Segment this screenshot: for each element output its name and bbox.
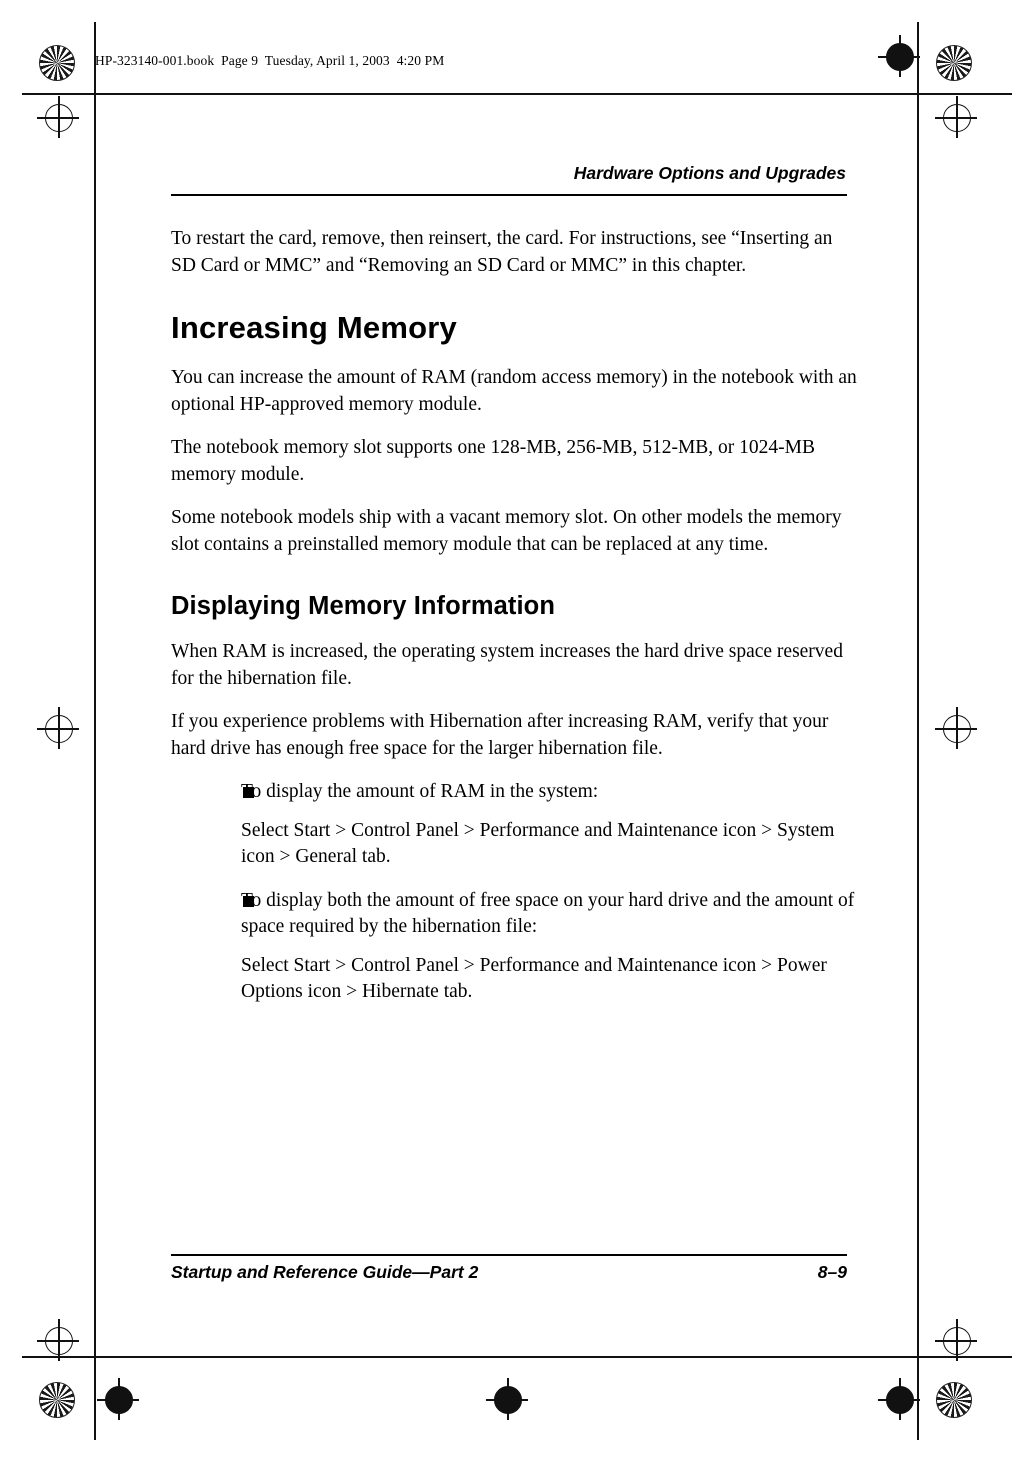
paragraph-hibernation-problems: If you experience problems with Hibernat… <box>171 711 829 759</box>
square-bullet-icon <box>243 895 254 907</box>
header-rule <box>171 194 847 196</box>
subheading-displaying-memory-information: Displaying Memory Information <box>171 592 556 620</box>
list-item-label: To display both the amount of free space… <box>241 889 855 938</box>
document-page: Hardware Options and Upgrades To restart… <box>0 0 1013 1462</box>
list-item-label: To display the amount of RAM in the syst… <box>241 781 599 802</box>
paragraph-memory-slot-support: The notebook memory slot supports one 12… <box>171 437 816 485</box>
list-item: To display both the amount of free space… <box>171 888 861 941</box>
paragraph-increase-ram: You can increase the amount of RAM (rand… <box>171 367 857 415</box>
list-item: To display the amount of RAM in the syst… <box>171 779 861 806</box>
footer-rule <box>171 1254 847 1256</box>
heading-increasing-memory: Increasing Memory <box>171 310 457 345</box>
paragraph-restart-card: To restart the card, remove, then reinse… <box>171 228 833 276</box>
paragraph-hibernation-file: When RAM is increased, the operating sys… <box>171 641 843 689</box>
running-head: Hardware Options and Upgrades <box>573 163 846 183</box>
footer-page-number: 8–9 <box>817 1262 847 1282</box>
square-bullet-icon <box>243 787 254 798</box>
footer-guide-title: Startup and Reference Guide—Part 2 <box>171 1262 479 1282</box>
paragraph-select-power-options-hibernate: Select Start > Control Panel > Performan… <box>241 954 827 1003</box>
paragraph-select-system-general: Select Start > Control Panel > Performan… <box>241 819 835 868</box>
page-content: To restart the card, remove, then reinse… <box>171 226 861 1023</box>
paragraph-vacant-slot: Some notebook models ship with a vacant … <box>171 507 842 555</box>
